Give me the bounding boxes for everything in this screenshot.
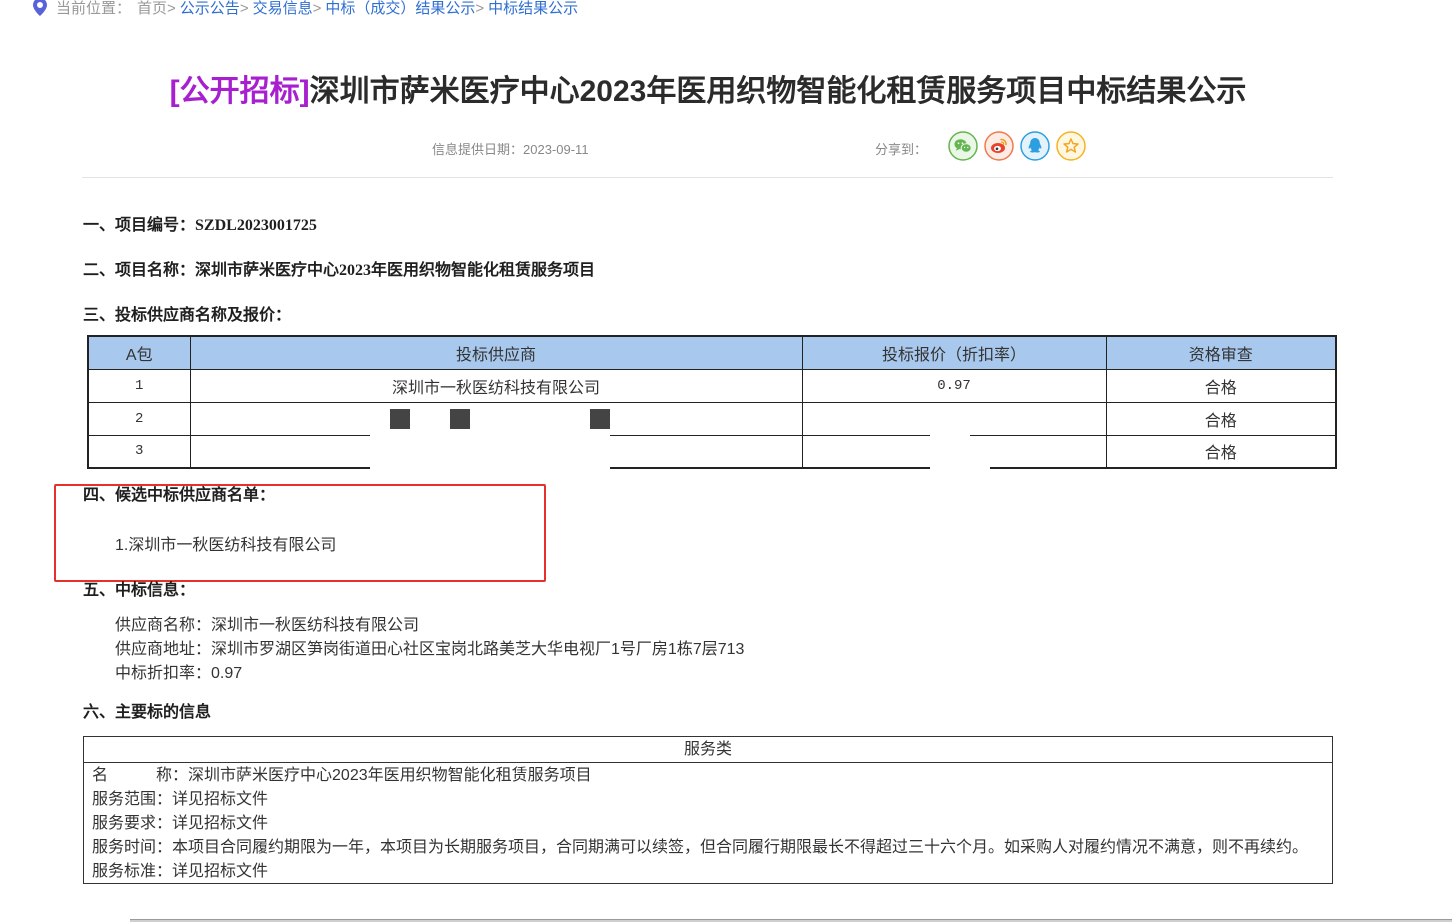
cell-qualification: 合格 <box>1105 401 1337 436</box>
breadcrumb-item-announcements[interactable]: 公示公告 <box>180 0 240 17</box>
share-qq-icon[interactable] <box>1020 131 1050 161</box>
redaction-block <box>590 409 610 429</box>
table-header-row: A包 投标供应商 投标报价（折扣率） 资格审查 <box>87 335 1337 370</box>
award-discount-rate: 中标折扣率：0.97 <box>115 662 242 686</box>
field-label: 服务时间： <box>92 839 173 856</box>
favorite-star-icon[interactable] <box>1056 131 1086 161</box>
table-row: 2 合格 <box>87 401 1337 436</box>
col-header-package: A包 <box>87 335 191 370</box>
publish-date: 信息提供日期：2023-09-11 <box>432 141 589 159</box>
field-label: 服务范围： <box>92 791 173 808</box>
cell-bid-price: 0.97 <box>801 368 1107 403</box>
page-title: [公开招标]深圳市萨米医疗中心2023年医用织物智能化租赁服务项目中标结果公示 <box>82 72 1334 112</box>
field-value: 详见招标文件 <box>172 815 269 832</box>
project-number-value: SZDL2023001725 <box>195 217 317 234</box>
breadcrumb-separator: > <box>475 0 485 17</box>
procurement-type-tag: [公开招标] <box>169 75 310 108</box>
project-name-label: 二、项目名称： <box>83 262 196 279</box>
breadcrumb-separator: > <box>167 0 176 17</box>
main-subject-table-header: 服务类 <box>84 737 1332 763</box>
cell-package: 1 <box>87 368 191 403</box>
field-value: 本项目合同履约期限为一年，本项目为长期服务项目，合同期满可以续签，但合同履行期限… <box>172 839 1309 856</box>
field-value: 深圳市萨米医疗中心2023年医用织物智能化租赁服务项目 <box>188 767 592 784</box>
award-supplier-name: 供应商名称：深圳市一秋医纺科技有限公司 <box>115 614 419 638</box>
col-header-supplier: 投标供应商 <box>189 335 803 370</box>
main-subject-heading: 六、主要标的信息 <box>83 704 212 721</box>
breadcrumb-item-award-results[interactable]: 中标（成交）结果公示 <box>325 0 475 17</box>
cell-supplier: 深圳市一秋医纺科技有限公司 <box>189 368 803 403</box>
table-row: 3 合格 <box>87 434 1337 469</box>
breadcrumb-separator: > <box>239 0 249 17</box>
field-value: 详见招标文件 <box>172 791 269 808</box>
header-divider <box>82 177 1333 178</box>
subject-field-standard: 服务标准：详见招标文件 <box>92 860 1332 883</box>
field-label: 供应商地址： <box>115 641 212 658</box>
subject-field-service-time: 服务时间：本项目合同履约期限为一年，本项目为长期服务项目，合同期满可以续签，但合… <box>92 836 1332 860</box>
field-value: 深圳市一秋医纺科技有限公司 <box>211 617 420 634</box>
field-value: 深圳市罗湖区笋岗街道田心社区宝岗北路美芝大华电视厂1号厂房1栋7层713 <box>211 641 745 658</box>
cell-qualification: 合格 <box>1105 368 1337 403</box>
redaction-block <box>390 409 410 429</box>
project-number: 一、项目编号：SZDL2023001725 <box>83 214 317 238</box>
field-label: 服务标准： <box>92 863 173 880</box>
redaction-block <box>450 409 470 429</box>
field-label: 名 称： <box>92 767 189 784</box>
cell-qualification: 合格 <box>1105 434 1337 469</box>
candidate-item: 1.深圳市一秋医纺科技有限公司 <box>115 537 337 554</box>
main-subject-table: 服务类 名 称：深圳市萨米医疗中心2023年医用织物智能化租赁服务项目 服务范围… <box>83 736 1333 884</box>
location-pin-icon <box>33 0 47 16</box>
share-weibo-icon[interactable] <box>984 131 1014 161</box>
main-subject-table-body: 名 称：深圳市萨米医疗中心2023年医用织物智能化租赁服务项目 服务范围：详见招… <box>84 763 1332 883</box>
redaction-cover <box>930 463 990 471</box>
share-label: 分享到： <box>875 142 928 157</box>
award-info-heading: 五、中标信息： <box>83 582 196 599</box>
breadcrumb-item-trading-info[interactable]: 交易信息 <box>253 0 313 17</box>
bid-table-container: A包 投标供应商 投标报价（折扣率） 资格审查 1 深圳市一秋医纺科技有限公司 … <box>87 335 1337 471</box>
field-value: 详见招标文件 <box>172 863 269 880</box>
breadcrumb-item-home[interactable]: 首页 <box>137 0 167 17</box>
field-label: 供应商名称： <box>115 617 212 634</box>
share-wechat-icon[interactable] <box>948 131 978 161</box>
subject-field-name: 名 称：深圳市萨米医疗中心2023年医用织物智能化租赁服务项目 <box>92 764 1332 788</box>
project-number-label: 一、项目编号： <box>83 217 196 234</box>
cell-package: 2 <box>87 401 191 436</box>
cell-package: 3 <box>87 434 191 469</box>
publish-date-value: 2023-09-11 <box>523 142 589 157</box>
subject-field-scope: 服务范围：详见招标文件 <box>92 788 1332 812</box>
col-header-bid-price: 投标报价（折扣率） <box>801 335 1107 370</box>
field-label: 服务要求： <box>92 815 173 832</box>
candidates-heading: 四、候选中标供应商名单： <box>83 487 276 504</box>
publish-date-label: 信息提供日期： <box>432 142 524 157</box>
field-label: 中标折扣率： <box>115 665 212 682</box>
page: 当前位置： 首页> 公示公告> 交易信息> 中标（成交）结果公示> 中标结果公示 [公开招… <box>0 0 1452 922</box>
subject-field-requirements: 服务要求：详见招标文件 <box>92 812 1332 836</box>
breadcrumb-prefix: 当前位置： <box>56 0 132 17</box>
table-row: 1 深圳市一秋医纺科技有限公司 0.97 合格 <box>87 368 1337 403</box>
bidders-heading: 三、投标供应商名称及报价： <box>83 307 292 324</box>
award-supplier-address: 供应商地址：深圳市罗湖区笋岗街道田心社区宝岗北路美芝大华电视厂1号厂房1栋7层7… <box>115 638 744 662</box>
project-name: 二、项目名称：深圳市萨米医疗中心2023年医用织物智能化租赁服务项目 <box>83 259 595 283</box>
redaction-cover <box>930 430 970 438</box>
project-name-value: 深圳市萨米医疗中心2023年医用织物智能化租赁服务项目 <box>195 262 596 279</box>
breadcrumb: 当前位置： 首页> 公示公告> 交易信息> 中标（成交）结果公示> 中标结果公示 <box>33 0 578 20</box>
bid-table: A包 投标供应商 投标报价（折扣率） 资格审查 1 深圳市一秋医纺科技有限公司 … <box>87 335 1337 469</box>
title-text: 深圳市萨米医疗中心2023年医用织物智能化租赁服务项目中标结果公示 <box>309 75 1247 108</box>
col-header-qualification: 资格审查 <box>1105 335 1337 370</box>
breadcrumb-separator: > <box>312 0 322 17</box>
breadcrumb-item-current[interactable]: 中标结果公示 <box>488 0 578 17</box>
field-value: 0.97 <box>211 665 243 682</box>
